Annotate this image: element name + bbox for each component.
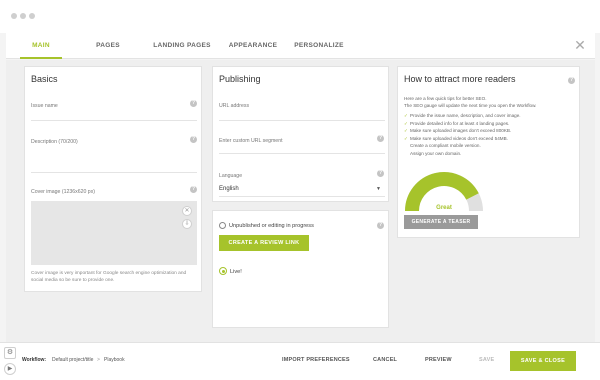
save-button[interactable]: SAVE	[479, 357, 494, 363]
seo-tip-item: ✓ Make sure uploaded videos don't exceed …	[404, 136, 508, 142]
live-label: Live!	[230, 269, 242, 275]
seo-intro-line: Here are a few quick tips for better SEO…	[404, 96, 487, 101]
seo-tip-text: Provide the issue name, description, and…	[410, 113, 521, 118]
status-text: Unpublished or editing in progress	[229, 223, 314, 229]
upload-icon[interactable]: ⇩	[182, 219, 192, 229]
help-icon[interactable]: ?	[377, 135, 384, 142]
workflow-label: Workflow:	[22, 357, 47, 363]
remove-icon[interactable]: ✕	[182, 206, 192, 216]
seo-tip-text: Make sure uploaded images don't exceed 8…	[410, 128, 512, 133]
help-icon[interactable]: ?	[568, 77, 575, 84]
publishing-card: Publishing URL address Enter custom URL …	[212, 66, 389, 202]
create-review-link-button[interactable]: CREATE A REVIEW LINK	[219, 235, 309, 251]
tab-bar: MAIN PAGES LANDING PAGES APPEARANCE PERS…	[6, 33, 595, 59]
generate-teaser-button[interactable]: GENERATE A TEASER	[404, 215, 478, 229]
url-address-label: URL address	[219, 103, 250, 109]
live-radio[interactable]	[219, 267, 227, 275]
main-content: Basics Issue name ? Description (70/200)…	[6, 60, 595, 342]
title-bar	[0, 0, 600, 33]
seo-tip-text: Provide detailed info for at least 4 lan…	[410, 120, 510, 126]
help-icon[interactable]: ?	[190, 186, 197, 193]
footer-bar: ⚙ ▶ Workflow: Default project/title > Pl…	[0, 342, 600, 380]
language-select[interactable]: English ▼	[219, 183, 385, 197]
breadcrumb-item[interactable]: Playbook	[104, 357, 125, 363]
language-value: English	[219, 186, 239, 192]
gauge-label: Great	[436, 205, 452, 211]
seo-tip-text: Assign your own domain.	[410, 150, 462, 156]
window-dot	[29, 13, 35, 19]
issue-name-input[interactable]	[31, 120, 197, 121]
description-input[interactable]	[31, 172, 197, 173]
cover-image-dropzone[interactable]: ✕ ⇩	[31, 201, 197, 265]
help-icon[interactable]: ?	[377, 170, 384, 177]
tab-pages[interactable]: PAGES	[88, 33, 128, 59]
language-label: Language	[219, 173, 243, 179]
seo-intro-line: The SEO gauge will update the next time …	[404, 103, 537, 108]
radio-dot	[221, 269, 225, 273]
publishing-title: Publishing	[219, 74, 261, 84]
cancel-button[interactable]: CANCEL	[373, 357, 397, 363]
custom-url-input[interactable]	[219, 153, 385, 154]
custom-url-label: Enter custom URL segment	[219, 138, 283, 144]
cover-note: Cover image is very important for Google…	[31, 271, 187, 283]
basics-card: Basics Issue name ? Description (70/200)…	[24, 66, 202, 292]
tab-personalize[interactable]: PERSONALIZE	[288, 33, 350, 59]
chevron-down-icon: ▼	[376, 186, 381, 192]
tab-landing-pages[interactable]: LANDING PAGES	[146, 33, 218, 59]
help-icon[interactable]: ?	[377, 222, 384, 229]
close-icon[interactable]: ✕	[573, 38, 587, 52]
status-card: Unpublished or editing in progress ? CRE…	[212, 210, 389, 328]
breadcrumb-separator: >	[97, 357, 100, 363]
seo-tip-item: Assign your own domain.	[404, 151, 461, 156]
seo-tip-text: Make sure uploaded videos don't exceed 5…	[410, 135, 508, 141]
seo-tip-item: Create a compliant mobile version.	[404, 143, 481, 148]
seo-tip-item: ✓ Make sure uploaded images don't exceed …	[404, 128, 511, 134]
breadcrumb-item[interactable]: Default project/title	[52, 357, 93, 363]
save-and-close-button[interactable]: SAVE & CLOSE	[510, 351, 576, 371]
description-label: Description (70/200)	[31, 139, 78, 145]
seo-gauge: Great	[405, 172, 483, 211]
bike-icon[interactable]: ⚙	[4, 347, 16, 359]
seo-tip-item: ✓ Provide the issue name, description, an…	[404, 113, 521, 119]
url-address-input[interactable]	[219, 120, 385, 121]
issue-name-label: Issue name	[31, 103, 58, 109]
tab-appearance[interactable]: APPEARANCE	[224, 33, 282, 59]
seo-card: How to attract more readers ? Here are a…	[397, 66, 580, 238]
seo-title: How to attract more readers	[404, 74, 516, 84]
app-window: MAIN PAGES LANDING PAGES APPEARANCE PERS…	[0, 0, 600, 380]
cover-image-label: Cover image (1236x620 px)	[31, 189, 96, 195]
import-preferences-button[interactable]: IMPORT PREFERENCES	[282, 357, 350, 363]
window-dot	[11, 13, 17, 19]
basics-title: Basics	[31, 74, 58, 84]
help-icon[interactable]: ?	[190, 136, 197, 143]
preview-button[interactable]: PREVIEW	[425, 357, 452, 363]
tab-main[interactable]: MAIN	[20, 33, 62, 59]
seo-tip-item: ✓ Provide detailed info for at least 4 la…	[404, 121, 509, 127]
seo-tip-text: Create a compliant mobile version.	[410, 143, 481, 148]
unpublished-radio[interactable]	[219, 222, 226, 229]
help-icon[interactable]: ?	[190, 100, 197, 107]
window-dot	[20, 13, 26, 19]
play-icon[interactable]: ▶	[4, 363, 16, 375]
